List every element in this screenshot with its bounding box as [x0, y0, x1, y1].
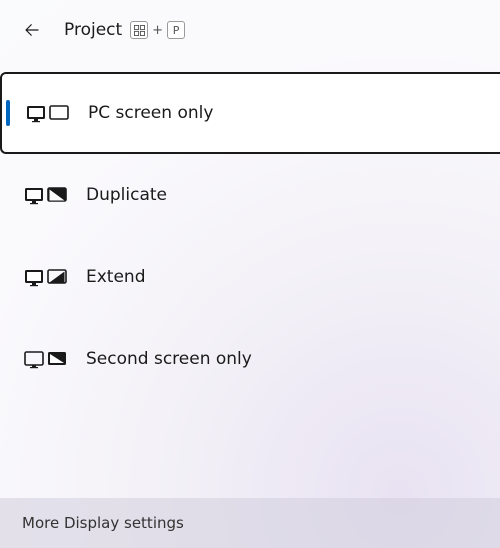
option-extend[interactable]: Extend	[0, 236, 500, 318]
second-screen-only-icon	[24, 347, 68, 371]
more-display-settings[interactable]: More Display settings	[0, 498, 500, 548]
header: Project + P	[22, 20, 185, 40]
project-options: PC screen only Duplicate	[0, 72, 500, 400]
extend-icon	[24, 265, 68, 289]
option-label: PC screen only	[88, 103, 213, 123]
option-label: Duplicate	[86, 185, 167, 205]
duplicate-icon	[24, 183, 68, 207]
panel-title: Project	[64, 20, 122, 40]
shortcut-plus: +	[152, 23, 163, 38]
back-button[interactable]	[22, 20, 42, 40]
option-duplicate[interactable]: Duplicate	[0, 154, 500, 236]
keyboard-shortcut-hint: + P	[130, 21, 185, 39]
option-second-screen-only[interactable]: Second screen only	[0, 318, 500, 400]
option-label: Extend	[86, 267, 146, 287]
pc-screen-only-icon	[26, 101, 70, 125]
arrow-left-icon	[23, 21, 41, 39]
option-label: Second screen only	[86, 349, 252, 369]
windows-key-icon	[130, 21, 148, 39]
shortcut-p-key: P	[167, 21, 185, 39]
title-row: Project + P	[64, 20, 185, 40]
footer-label: More Display settings	[22, 514, 184, 532]
option-pc-screen-only[interactable]: PC screen only	[0, 72, 500, 154]
